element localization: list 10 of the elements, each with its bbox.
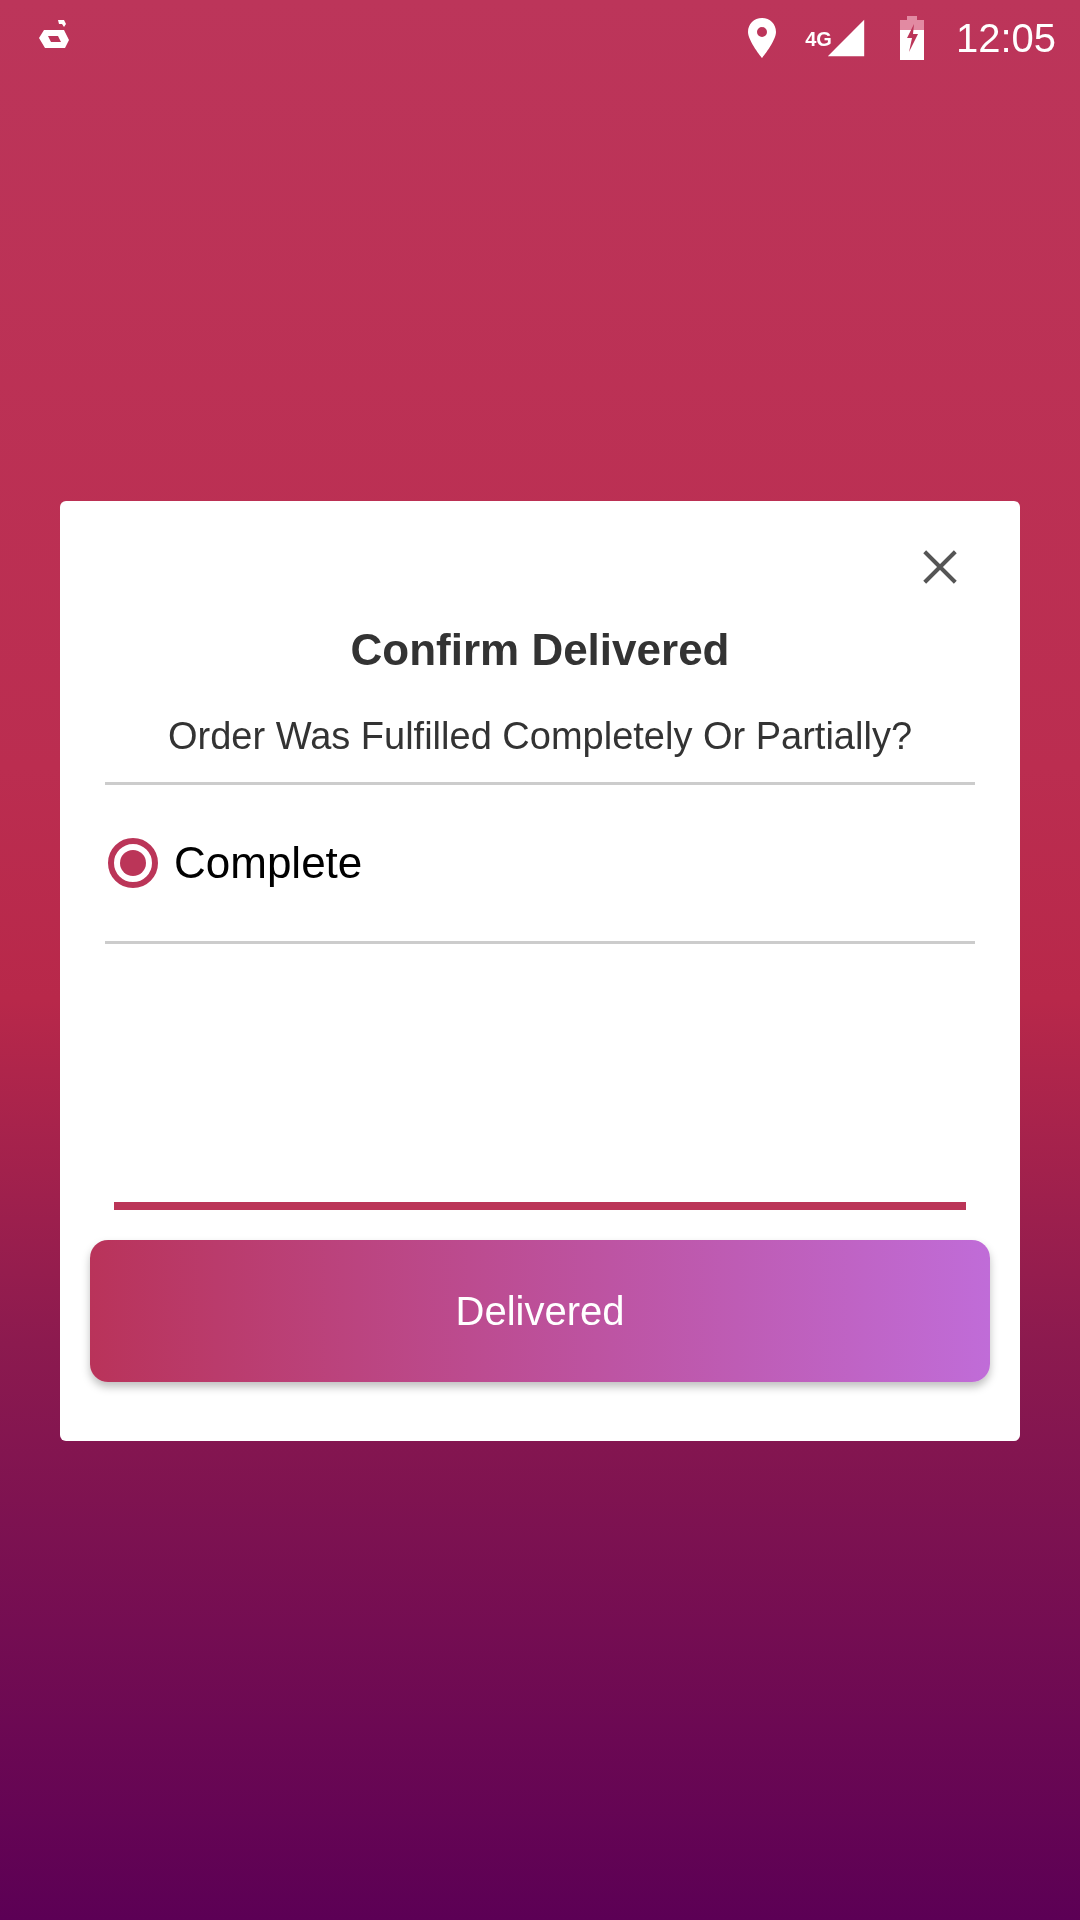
battery-charging-icon	[897, 16, 926, 60]
network-label: 4G	[805, 27, 832, 51]
close-icon[interactable]	[922, 549, 958, 585]
radio-button[interactable]	[108, 838, 158, 888]
option-label[interactable]: Complete	[174, 838, 363, 888]
question-text: Order Was Fulfilled Completely Or Partially?	[167, 715, 913, 758]
delivered-button[interactable]: Delivered	[90, 1240, 990, 1382]
dialog-title: Confirm Delivered	[349, 625, 731, 675]
location-icon	[747, 16, 778, 60]
clock-time: 12:05	[955, 15, 1056, 61]
